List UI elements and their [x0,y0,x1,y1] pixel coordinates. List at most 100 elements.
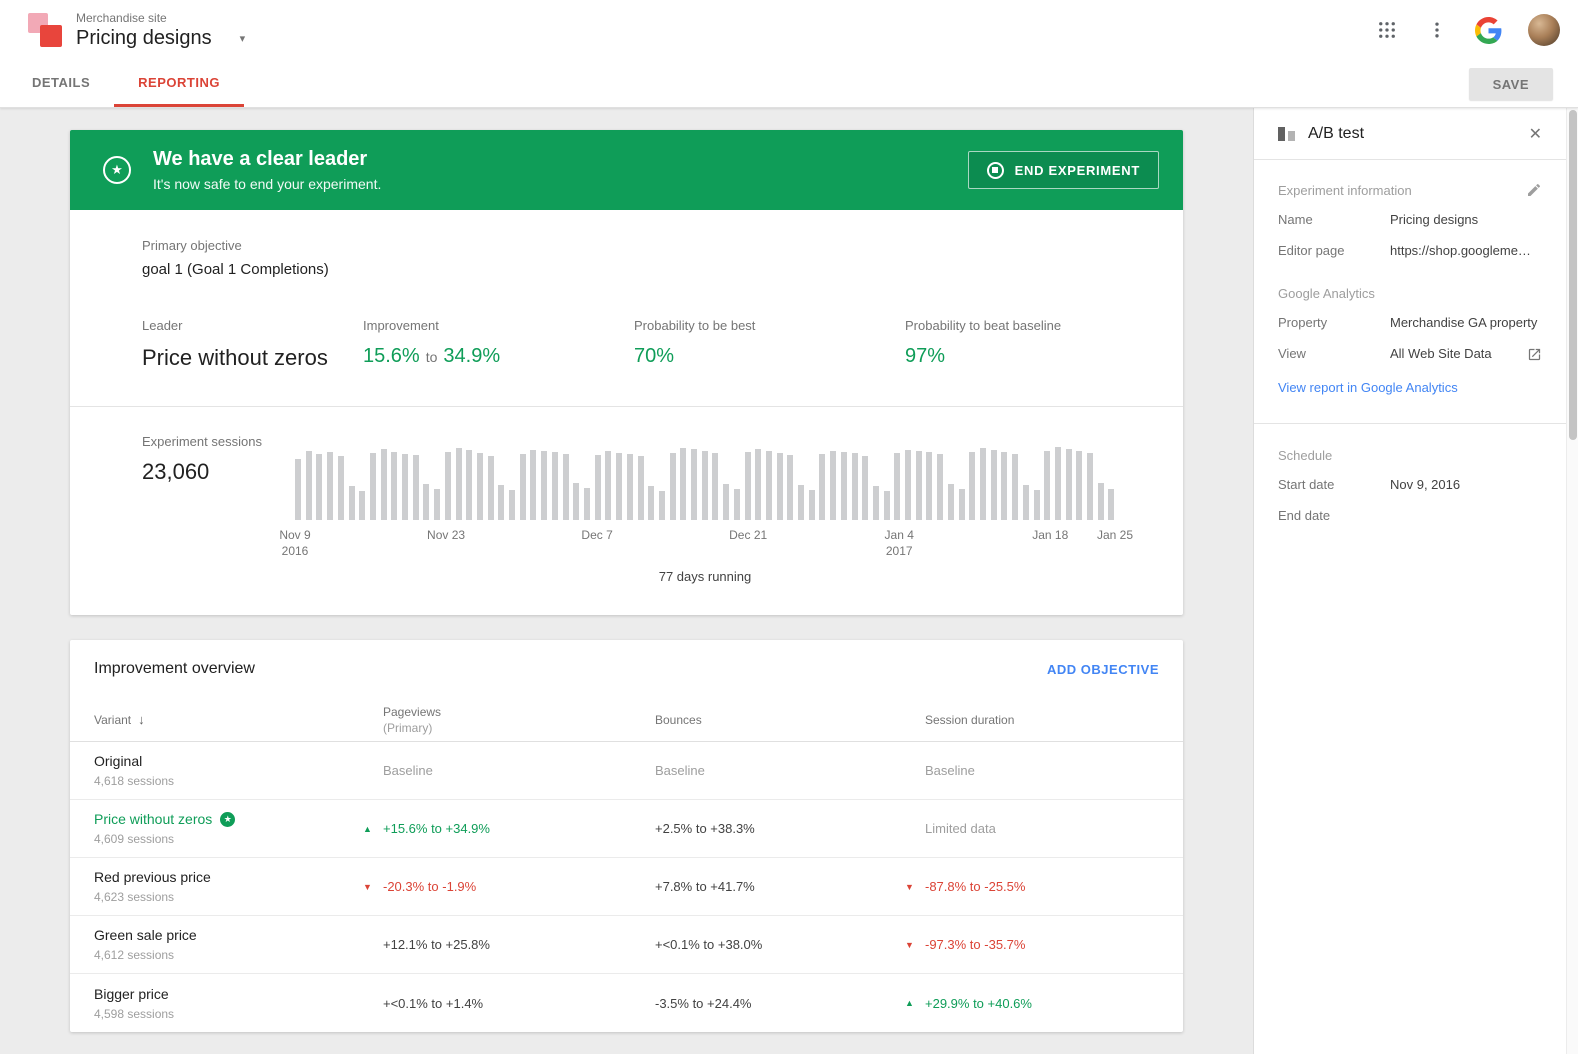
summary-stats-row: Leader Price without zeros Improvement 1… [142,318,1183,371]
chart-bar [1001,452,1007,520]
chart-bar [338,456,344,520]
chart-bar [573,483,579,520]
variant-cell: Green sale price 4,612 sessions [94,927,383,962]
start-date-label: Start date [1278,476,1390,494]
chart-bar [894,453,900,520]
chart-bar [434,489,440,520]
metric-value: +<0.1% to +38.0% [655,937,762,952]
metric-cell: ▼-20.3% to -1.9% [383,879,655,894]
google-logo-icon[interactable] [1475,17,1502,44]
property-value: Merchandise GA property [1390,314,1542,332]
tab-reporting[interactable]: REPORTING [114,60,244,107]
metric-value: +15.6% to +34.9% [383,821,490,836]
editor-page-field: Editor page https://shop.googleme… [1278,242,1542,260]
view-label: View [1278,345,1390,363]
improvement-to: 34.9% [443,345,500,367]
chart-bar [755,449,761,520]
scrollbar-thumb[interactable] [1569,110,1577,440]
metric-value: +7.8% to +41.7% [655,879,755,894]
editor-page-label: Editor page [1278,242,1390,260]
metric-cell: Baseline [655,763,925,778]
add-objective-button[interactable]: ADD OBJECTIVE [1047,662,1159,677]
column-variant: Variant [94,713,131,727]
up-arrow-icon: ▲ [363,824,372,834]
axis-tick-label: Dec 21 [729,527,767,543]
property-label: Property [1278,314,1390,332]
improvement-label: Improvement [363,318,634,333]
end-date-field: End date [1278,507,1542,525]
axis-tick-label: Jan 18 [1032,527,1068,543]
variant-cell: Price without zeros★4,609 sessions [94,811,383,846]
tab-details[interactable]: DETAILS [8,60,114,107]
variant-name: Green sale price [94,927,383,943]
column-pageviews: Pageviews [383,705,655,719]
end-date-value [1390,507,1542,525]
close-icon[interactable]: ✕ [1529,124,1542,144]
chevron-down-icon[interactable]: ▾ [240,32,246,45]
chart-bar [948,484,954,520]
main-content: ★ We have a clear leader It's now safe t… [0,108,1253,1054]
view-report-link[interactable]: View report in Google Analytics [1278,380,1458,395]
chart-bar [349,486,355,520]
chart-bar [691,449,697,520]
prob-beat-value: 97% [905,345,1183,368]
sort-descending-icon[interactable]: ↓ [138,712,145,727]
table-row[interactable]: Bigger price4,598 sessions+<0.1% to +1.4… [70,974,1183,1032]
metric-value: Baseline [655,763,705,778]
chart-bar [477,453,483,520]
chart-bar [1023,485,1029,520]
chart-bar [391,452,397,520]
metric-cell: +12.1% to +25.8% [383,937,655,952]
primary-objective-label: Primary objective [142,238,1183,253]
variant-sessions: 4,609 sessions [94,832,383,846]
sessions-label: Experiment sessions [142,434,262,449]
column-session-duration: Session duration [925,713,1159,727]
app-header: Merchandise site Pricing designs ▾ [0,0,1578,60]
down-arrow-icon: ▼ [905,940,914,950]
leader-badge-icon: ★ [220,812,235,827]
metric-cell: ▼-87.8% to -25.5% [925,879,1159,894]
optimize-logo-icon[interactable] [28,13,62,47]
axis-tick-label: Dec 7 [581,527,612,543]
table-row[interactable]: Green sale price 4,612 sessions+12.1% to … [70,916,1183,974]
sessions-bar-chart: Nov 92016Nov 23Dec 7Dec 21Jan 42017Jan 1… [295,447,1115,584]
name-value: Pricing designs [1390,211,1542,229]
chart-bar [670,453,676,520]
summary-section: Primary objective goal 1 (Goal 1 Complet… [70,210,1183,406]
chart-bar [884,491,890,520]
end-experiment-label: END EXPERIMENT [1015,163,1140,178]
end-date-label: End date [1278,507,1390,525]
start-date-field: Start date Nov 9, 2016 [1278,476,1542,494]
metric-value: -87.8% to -25.5% [925,879,1025,894]
axis-tick-label: Jan 25 [1097,527,1133,543]
edit-pencil-icon[interactable] [1526,182,1542,198]
table-row[interactable]: Price without zeros★4,609 sessions▲+15.6… [70,800,1183,858]
end-experiment-button[interactable]: END EXPERIMENT [968,151,1159,189]
open-in-new-icon[interactable] [1527,347,1542,362]
star-glyph: ★ [111,162,123,178]
days-running-caption: 77 days running [295,569,1115,584]
save-button[interactable]: SAVE [1469,68,1553,100]
user-avatar[interactable] [1528,14,1560,46]
column-pageviews-sub: (Primary) [383,721,655,735]
table-row[interactable]: Original4,618 sessionsBaselineBaselineBa… [70,742,1183,800]
name-label: Name [1278,211,1390,229]
vertical-scrollbar[interactable] [1566,108,1578,1054]
chart-bar [1034,490,1040,520]
improvement-overview-card: Improvement overview ADD OBJECTIVE Varia… [70,640,1183,1032]
stat-improvement: Improvement 15.6%to34.9% [363,318,634,371]
chart-bar [852,453,858,520]
header-actions [1375,14,1560,46]
chart-bar [712,453,718,520]
metric-value: Limited data [925,821,996,836]
apps-grid-icon[interactable] [1375,18,1399,42]
schedule-heading: Schedule [1278,448,1332,463]
table-row[interactable]: Red previous price4,623 sessions▼-20.3% … [70,858,1183,916]
chart-bar [862,456,868,520]
tab-bar: DETAILS REPORTING SAVE [0,60,1578,108]
chart-bar [402,454,408,520]
variant-sessions: 4,612 sessions [94,948,383,962]
metric-cell: Baseline [925,763,1159,778]
more-vert-icon[interactable] [1425,18,1449,42]
metric-value: +29.9% to +40.6% [925,996,1032,1011]
